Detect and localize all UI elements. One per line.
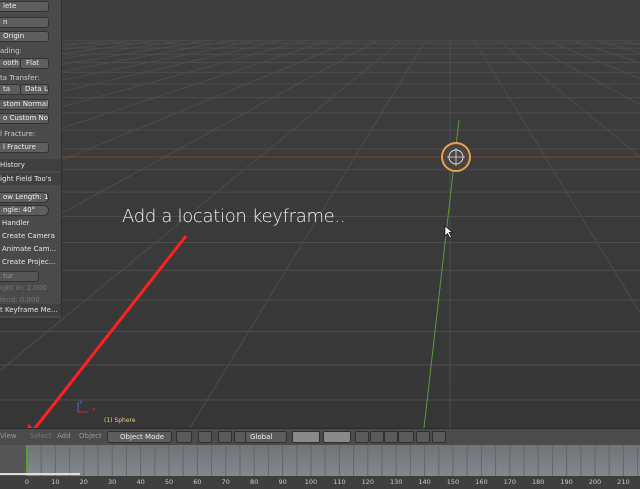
orientation-dropdown[interactable]: Global	[245, 431, 287, 443]
snap-icon[interactable]	[384, 431, 398, 443]
flat-button[interactable]: Flat	[20, 58, 49, 69]
layers-a[interactable]	[292, 431, 320, 443]
frame-tick-label: 30	[108, 478, 117, 486]
3d-viewport[interactable]: x y Add a location keyframe.. (1) Sphere	[0, 0, 640, 428]
fracture-button[interactable]: l Fracture	[0, 142, 49, 153]
timeline-grid	[26, 445, 639, 476]
frame-tick-label: 40	[136, 478, 145, 486]
frame-tick-label: 200	[588, 478, 602, 486]
frame-tick-label: 170	[503, 478, 517, 486]
add-menu[interactable]: Add	[57, 432, 71, 440]
frame-tick-label: 210	[617, 478, 630, 486]
frame-tick-label: 20	[79, 478, 88, 486]
object-name-label: (1) Sphere	[104, 417, 136, 424]
texture-field[interactable]: tur	[0, 271, 39, 282]
frame-tick-label: 60	[193, 478, 202, 486]
animate-camera-item[interactable]: Animate Cam...	[2, 245, 56, 253]
blend-field[interactable]: lend: 0.000	[0, 296, 40, 304]
frame-tick-label: 50	[164, 478, 174, 486]
select-menu[interactable]: Select	[30, 432, 52, 440]
fracture-label: l Fracture:	[0, 130, 36, 138]
data-button[interactable]: ta	[0, 84, 21, 95]
row-length-field[interactable]: ow Length: 1	[0, 192, 49, 203]
pre-range-area	[0, 445, 26, 476]
object-menu[interactable]: Object	[79, 432, 102, 440]
create-projector-item[interactable]: Create Projec...	[2, 258, 55, 266]
mode-dropdown[interactable]: Object Mode	[107, 431, 172, 443]
layers-b[interactable]	[323, 431, 351, 443]
handler-item[interactable]: Handler	[2, 219, 30, 227]
frame-tick-label: 90	[278, 478, 287, 486]
smooth-button[interactable]: ooth	[0, 58, 21, 69]
pivot-dropdown[interactable]	[198, 431, 212, 443]
frame-tick-label: 180	[531, 478, 545, 486]
delete-button[interactable]: lete	[0, 1, 49, 12]
create-camera-item[interactable]: Create Camera	[2, 232, 55, 240]
light-intensity-field[interactable]: ight In: 2.000	[0, 284, 47, 292]
svg-text:x: x	[92, 406, 96, 413]
frame-tick-label: 150	[446, 478, 460, 486]
angle-field[interactable]: ngle: 40°	[0, 205, 49, 216]
annotation-text: Add a location keyframe..	[122, 206, 346, 227]
tool-shelf-panel: lete n Origin ading: ooth Flat ta Transf…	[0, 0, 62, 318]
timeline-scrollbar[interactable]	[0, 473, 80, 475]
frame-tick-label: 100	[304, 478, 318, 486]
frame-tick-label: 0	[24, 478, 30, 486]
frame-tick-label: 70	[221, 478, 230, 486]
history-header[interactable]: History	[0, 159, 61, 171]
shading-label: ading:	[0, 47, 22, 55]
frame-tick-label: 110	[333, 478, 346, 486]
data-layers-button[interactable]: Data La	[20, 84, 49, 95]
playhead[interactable]	[26, 445, 28, 476]
frame-tick-label: 10	[51, 478, 60, 486]
panel-button[interactable]: n	[0, 17, 49, 28]
origin-dropdown[interactable]: Origin	[0, 31, 49, 42]
viewport-header: View Select Add Object Object Mode Globa…	[0, 428, 640, 445]
frame-tick-label: 120	[361, 478, 375, 486]
shading-dropdown[interactable]	[176, 431, 192, 443]
opengl-render-icon[interactable]	[416, 431, 430, 443]
frame-tick-label: 130	[389, 478, 403, 486]
frame-tick-label: 190	[560, 478, 573, 486]
manipulator-icon[interactable]	[218, 431, 232, 443]
frame-tick-label: 160	[475, 478, 488, 486]
clear-custom-normals-button[interactable]: o Custom Nor...	[0, 113, 49, 124]
opengl-anim-icon[interactable]	[432, 431, 446, 443]
snap-target-icon[interactable]	[398, 431, 414, 443]
render-layer-icon[interactable]	[355, 431, 369, 443]
frame-ruler: 0 10 20 30 40 50 60 70 80 90 100 110 120 130 140 150 160…	[0, 476, 640, 489]
light-field-tools-header[interactable]: ight Field Too's	[0, 173, 61, 185]
data-transfer-label: ta Transfer:	[0, 74, 40, 82]
frame-tick-label: 80	[250, 478, 259, 486]
frame-tick-label: 140	[418, 478, 431, 486]
view-menu[interactable]: View	[0, 432, 17, 440]
keyframe-menu-header[interactable]: t Keyframe Me...	[0, 304, 61, 316]
svg-text:y: y	[79, 398, 83, 405]
proportional-edit-icon[interactable]	[370, 431, 384, 443]
custom-normal-button[interactable]: stom Normal T...	[0, 99, 49, 110]
